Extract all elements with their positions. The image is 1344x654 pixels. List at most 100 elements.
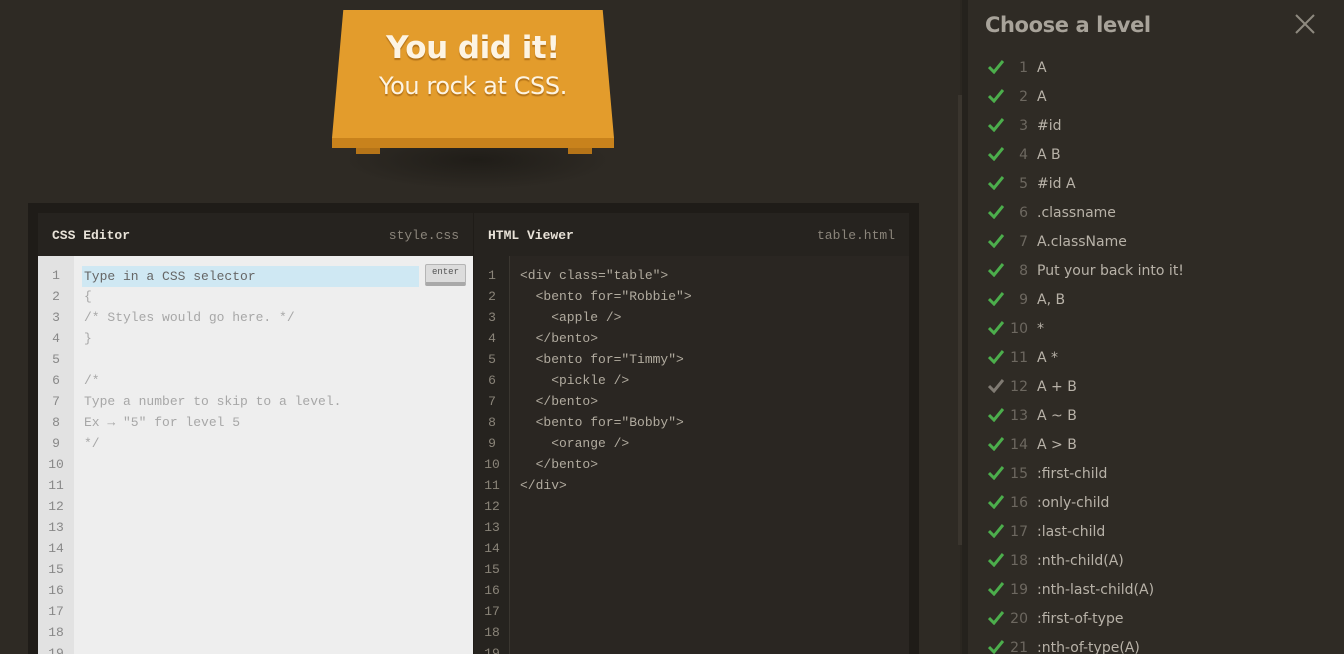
html-viewer-filename: table.html bbox=[816, 228, 895, 243]
sidebar-title: Choose a level bbox=[985, 13, 1151, 37]
level-item[interactable]: 5 #id A bbox=[968, 171, 1344, 200]
sign-leg-left bbox=[356, 148, 380, 154]
level-number: 6 bbox=[1019, 205, 1028, 221]
code-line: <bento for="Robbie"> bbox=[520, 289, 692, 304]
level-item[interactable]: 3 #id bbox=[968, 113, 1344, 142]
code-line: <apple /> bbox=[520, 310, 622, 325]
line-number: 1 bbox=[52, 268, 60, 283]
enter-button[interactable]: enter bbox=[425, 264, 466, 286]
level-label: #id bbox=[1037, 118, 1062, 134]
level-item[interactable]: 11 A * bbox=[968, 345, 1344, 374]
checkmark-icon bbox=[988, 263, 1004, 277]
level-number: 13 bbox=[1010, 408, 1028, 424]
level-number: 15 bbox=[1010, 466, 1028, 482]
level-number: 2 bbox=[1019, 89, 1028, 105]
level-item[interactable]: 20:first-of-type bbox=[968, 606, 1344, 635]
level-item[interactable]: 1A bbox=[968, 55, 1344, 84]
checkmark-icon bbox=[988, 321, 1004, 335]
checkmark-icon bbox=[988, 147, 1004, 161]
line-number: 2 bbox=[488, 289, 496, 304]
code-line: <div class="table"> bbox=[520, 268, 669, 283]
line-number: 4 bbox=[488, 331, 496, 346]
level-label: A.className bbox=[1037, 234, 1127, 250]
level-item[interactable]: 13 A ~ B bbox=[968, 403, 1344, 432]
sign-edge bbox=[332, 138, 614, 148]
sign-leg-right bbox=[568, 148, 592, 154]
code-line: } bbox=[84, 331, 92, 346]
level-item[interactable]: 9 A, B bbox=[968, 287, 1344, 316]
level-label: A ~ B bbox=[1037, 408, 1077, 424]
line-number: 17 bbox=[484, 604, 500, 619]
level-item[interactable]: 2A bbox=[968, 84, 1344, 113]
css-editor-body: 12345678910111213141516171819 enter {/* … bbox=[38, 256, 473, 654]
checkmark-icon bbox=[988, 408, 1004, 422]
line-number: 15 bbox=[484, 562, 500, 577]
sign-subtitle: You rock at CSS. bbox=[379, 72, 567, 100]
line-number: 7 bbox=[52, 394, 60, 409]
level-number: 8 bbox=[1019, 263, 1028, 279]
level-number: 4 bbox=[1019, 147, 1028, 163]
line-number: 10 bbox=[48, 457, 64, 472]
checkmark-icon bbox=[988, 437, 1004, 451]
line-number: 2 bbox=[52, 289, 60, 304]
editor: CSS Editor style.css HTML Viewer table.h… bbox=[28, 203, 919, 654]
level-number: 21 bbox=[1010, 640, 1028, 654]
level-number: 17 bbox=[1010, 524, 1028, 540]
line-number: 19 bbox=[48, 646, 64, 654]
line-number: 9 bbox=[488, 436, 496, 451]
level-label: A, B bbox=[1037, 292, 1066, 308]
level-label: A > B bbox=[1037, 437, 1077, 453]
checkmark-icon bbox=[988, 495, 1004, 509]
close-icon[interactable] bbox=[1294, 13, 1316, 35]
level-item[interactable]: 12 A + B bbox=[968, 374, 1344, 403]
code-line: </bento> bbox=[520, 331, 599, 346]
win-sign: You did it! You rock at CSS. bbox=[332, 10, 614, 190]
level-number: 7 bbox=[1019, 234, 1028, 250]
level-item[interactable]: 4 A B bbox=[968, 142, 1344, 171]
html-viewer-body: 1 2 3 4 5 6 7 8 9 10 11 12 13 14 15 16 17 18 19 <div class… bbox=[474, 256, 909, 654]
level-item[interactable]: 14 A > B bbox=[968, 432, 1344, 461]
html-line-numbers: 1 2 3 4 5 6 7 8 9 10 11 12 13 14 15 16 17 18 19 bbox=[474, 256, 510, 654]
checkmark-icon bbox=[988, 350, 1004, 364]
code-line: </bento> bbox=[520, 457, 599, 472]
line-number: 14 bbox=[48, 541, 64, 556]
level-item[interactable]: 6 .classname bbox=[968, 200, 1344, 229]
line-number: 6 bbox=[52, 373, 60, 388]
level-item[interactable]: 10 * bbox=[968, 316, 1344, 345]
level-label: A bbox=[1037, 89, 1047, 105]
level-item[interactable]: 8 Put your back into it! bbox=[968, 258, 1344, 287]
level-sidebar: Choose a level 1 A 2 A 3 #id 4 A B 5 #id A 6 .class… bbox=[968, 0, 1344, 654]
line-number: 6 bbox=[488, 373, 496, 388]
level-item[interactable]: 7 A.className bbox=[968, 229, 1344, 258]
level-number: 5 bbox=[1019, 176, 1028, 192]
level-number: 16 bbox=[1010, 495, 1028, 511]
code-line: <orange /> bbox=[520, 436, 630, 451]
level-label: :last-child bbox=[1037, 524, 1106, 540]
line-number: 9 bbox=[52, 436, 60, 451]
level-label: Put your back into it! bbox=[1037, 263, 1184, 279]
code-line: Ex → "5" for level 5 bbox=[84, 415, 241, 430]
line-number: 11 bbox=[48, 478, 64, 493]
level-item[interactable]: 17 :last-child bbox=[968, 519, 1344, 548]
checkmark-icon bbox=[988, 176, 1004, 190]
checkmark-icon bbox=[988, 205, 1004, 219]
level-number: 10 bbox=[1010, 321, 1028, 337]
checkmark-icon bbox=[988, 640, 1004, 654]
checkmark-icon bbox=[988, 466, 1004, 480]
level-item[interactable]: 15:first-child bbox=[968, 461, 1344, 490]
line-number: 12 bbox=[484, 499, 500, 514]
checkmark-icon bbox=[988, 234, 1004, 248]
level-item[interactable]: 21:nth-of-type(A) bbox=[968, 635, 1344, 654]
level-number: 20 bbox=[1010, 611, 1028, 627]
level-item[interactable]: 18:nth-child(A) bbox=[968, 548, 1344, 577]
code-line: /* Styles would go here. */ bbox=[84, 310, 295, 325]
checkmark-icon bbox=[988, 582, 1004, 596]
level-number: 9 bbox=[1019, 292, 1028, 308]
level-label: A * bbox=[1037, 350, 1059, 366]
level-item[interactable]: 19:nth-last-child(A) bbox=[968, 577, 1344, 606]
level-number: 1 bbox=[1019, 60, 1028, 76]
css-selector-input[interactable] bbox=[82, 266, 419, 287]
level-item[interactable]: 16:only-child bbox=[968, 490, 1344, 519]
code-line: /* bbox=[84, 373, 100, 388]
html-viewer-title: HTML Viewer bbox=[488, 228, 574, 243]
